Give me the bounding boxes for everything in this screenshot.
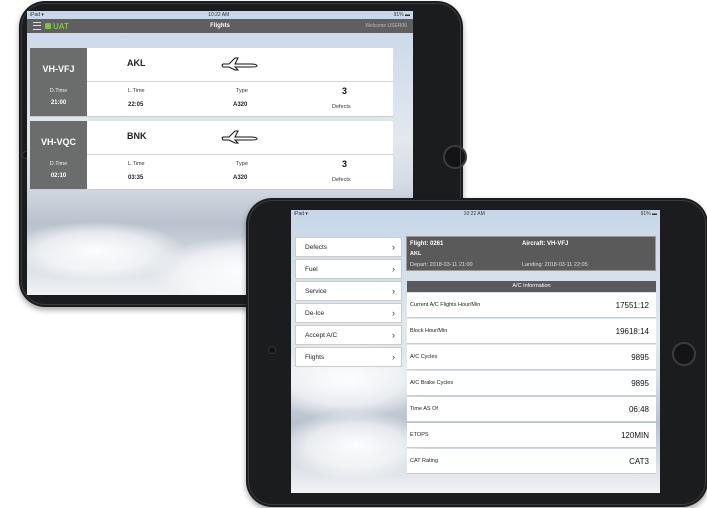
- airplane-icon: [221, 57, 258, 71]
- menu-item-fuel[interactable]: Fuel ›: [295, 259, 402, 279]
- flight-card[interactable]: VH-VQC D.Time 02:10 BNK L.Time 03:35 Typ…: [30, 121, 393, 190]
- ltime-label: L.Time: [128, 88, 145, 94]
- menu-item-label: Flights: [305, 353, 325, 361]
- menu-item-label: Defects: [305, 243, 328, 251]
- side-menu: Defects › Fuel › Service › De-Ice › Accept A…: [295, 237, 402, 369]
- destination: AKL: [410, 251, 422, 257]
- info-key: A/C Brake Cycles: [410, 380, 454, 386]
- ltime-value: 03:35: [128, 175, 144, 181]
- info-key: A/C Cycles: [410, 354, 438, 360]
- menu-item-de-ice[interactable]: De-Ice ›: [295, 303, 402, 323]
- flight-reg-panel: VH-VQC D.Time 02:10: [30, 121, 87, 189]
- dtime-label: D.Time: [49, 161, 68, 167]
- landing-time: Landing: 2018-03-11 22:05: [522, 262, 588, 268]
- info-value: CAT3: [629, 456, 649, 466]
- menu-item-label: Service: [305, 287, 327, 295]
- menu-item-defects[interactable]: Defects ›: [295, 237, 402, 257]
- defects-label: Defects: [332, 104, 351, 110]
- dtime-value: 21:00: [50, 100, 67, 106]
- menu-item-flights[interactable]: Flights ›: [295, 347, 402, 367]
- depart-time: Depart: 2018-03-11 21:00: [410, 262, 473, 268]
- divider: [87, 81, 393, 82]
- dtime-label: D.Time: [49, 88, 68, 94]
- info-value: 9895: [631, 352, 649, 362]
- info-key: Block Hour/Min: [410, 328, 448, 334]
- welcome-user: Welcome USER06: [365, 23, 407, 29]
- list-item: Current A/C Flights Hour/Min 17551:12: [407, 293, 656, 318]
- ltime-value: 22:05: [128, 102, 144, 108]
- info-key: CAT Rating: [410, 458, 438, 464]
- ac-info-title: A/C Information: [407, 281, 656, 292]
- type-label: Type: [236, 161, 248, 167]
- type-label: Type: [236, 88, 248, 94]
- info-value: 06:48: [628, 404, 649, 414]
- flight-reg-panel: VH-VFJ D.Time 21:00: [30, 48, 87, 116]
- ac-info-list: Current A/C Flights Hour/Min 17551:12 Blo…: [407, 293, 656, 475]
- chevron-right-icon: ›: [392, 330, 395, 340]
- page-title: Flights: [210, 23, 230, 29]
- info-value: 120MIN: [620, 430, 649, 440]
- battery-label: 91% ▬: [640, 211, 657, 217]
- chevron-right-icon: ›: [392, 308, 395, 318]
- destination: AKL: [127, 58, 146, 68]
- defects-label: Defects: [332, 177, 351, 183]
- status-bar: iPad ▾ 10:22 AM 91% ▬: [291, 210, 660, 218]
- battery-label: 91% ▬: [393, 12, 410, 18]
- info-key: Current A/C Flights Hour/Min: [410, 302, 481, 308]
- menu-item-service[interactable]: Service ›: [295, 281, 402, 301]
- divider: [87, 154, 393, 155]
- chevron-right-icon: ›: [392, 242, 395, 252]
- aircraft-registration: VH-VFJ: [42, 64, 75, 74]
- info-value: 17551:12: [615, 300, 649, 310]
- list-item: Time AS Of 06:48: [407, 397, 656, 422]
- home-button[interactable]: [443, 145, 467, 169]
- aircraft-registration: Aircraft: VH-VFJ: [522, 241, 569, 247]
- chevron-right-icon: ›: [392, 264, 395, 274]
- status-bar: iPad ▾ 10:22 AM 91% ▬: [27, 11, 413, 19]
- info-value: 19618:14: [615, 326, 649, 336]
- camera-icon: [268, 346, 276, 354]
- info-value: 9895: [631, 378, 649, 388]
- home-button[interactable]: [672, 342, 696, 366]
- ltime-label: L.Time: [128, 161, 145, 167]
- menu-item-label: Accept A/C: [305, 331, 338, 339]
- list-item: Block Hour/Min 19618:14: [407, 319, 656, 344]
- list-item: A/C Brake Cycles 9895: [407, 371, 656, 396]
- list-item: A/C Cycles 9895: [407, 345, 656, 370]
- destination: BNK: [127, 131, 147, 141]
- aircraft-info-screen: iPad ▾ 10:22 AM 91% ▬ Defects › Fuel › Ser…: [291, 210, 660, 493]
- chevron-right-icon: ›: [392, 352, 395, 362]
- defects-count: 3: [342, 159, 348, 169]
- info-key: Time AS Of: [410, 406, 438, 412]
- list-item: ETOPS 120MIN: [407, 423, 656, 448]
- flight-card[interactable]: VH-VFJ D.Time 21:00 AKL L.Time 22:05 Typ…: [30, 48, 393, 117]
- carrier-label: iPad ▾: [30, 12, 44, 18]
- carrier-label: iPad ▾: [294, 211, 308, 217]
- type-value: A320: [233, 175, 248, 181]
- status-time: 10:22 AM: [463, 211, 485, 217]
- top-navbar: UAT Flights Welcome USER06: [27, 19, 413, 33]
- defects-count: 3: [342, 86, 348, 96]
- airplane-icon: [221, 130, 258, 144]
- chevron-right-icon: ›: [392, 286, 395, 296]
- menu-item-label: Fuel: [305, 265, 318, 273]
- type-value: A320: [233, 102, 248, 108]
- status-time: 10:22 AM: [208, 12, 230, 18]
- flight-number: Flight: 0261: [410, 241, 444, 247]
- list-item: CAT Rating CAT3: [407, 449, 656, 474]
- menu-item-accept-ac[interactable]: Accept A/C ›: [295, 325, 402, 345]
- menu-item-label: De-Ice: [305, 309, 325, 317]
- info-key: ETOPS: [410, 432, 429, 438]
- dtime-value: 02:10: [50, 173, 67, 179]
- aircraft-registration: VH-VQC: [40, 137, 76, 147]
- flight-header: Flight: 0261 Aircraft: VH-VFJ AKL Depart…: [406, 236, 656, 271]
